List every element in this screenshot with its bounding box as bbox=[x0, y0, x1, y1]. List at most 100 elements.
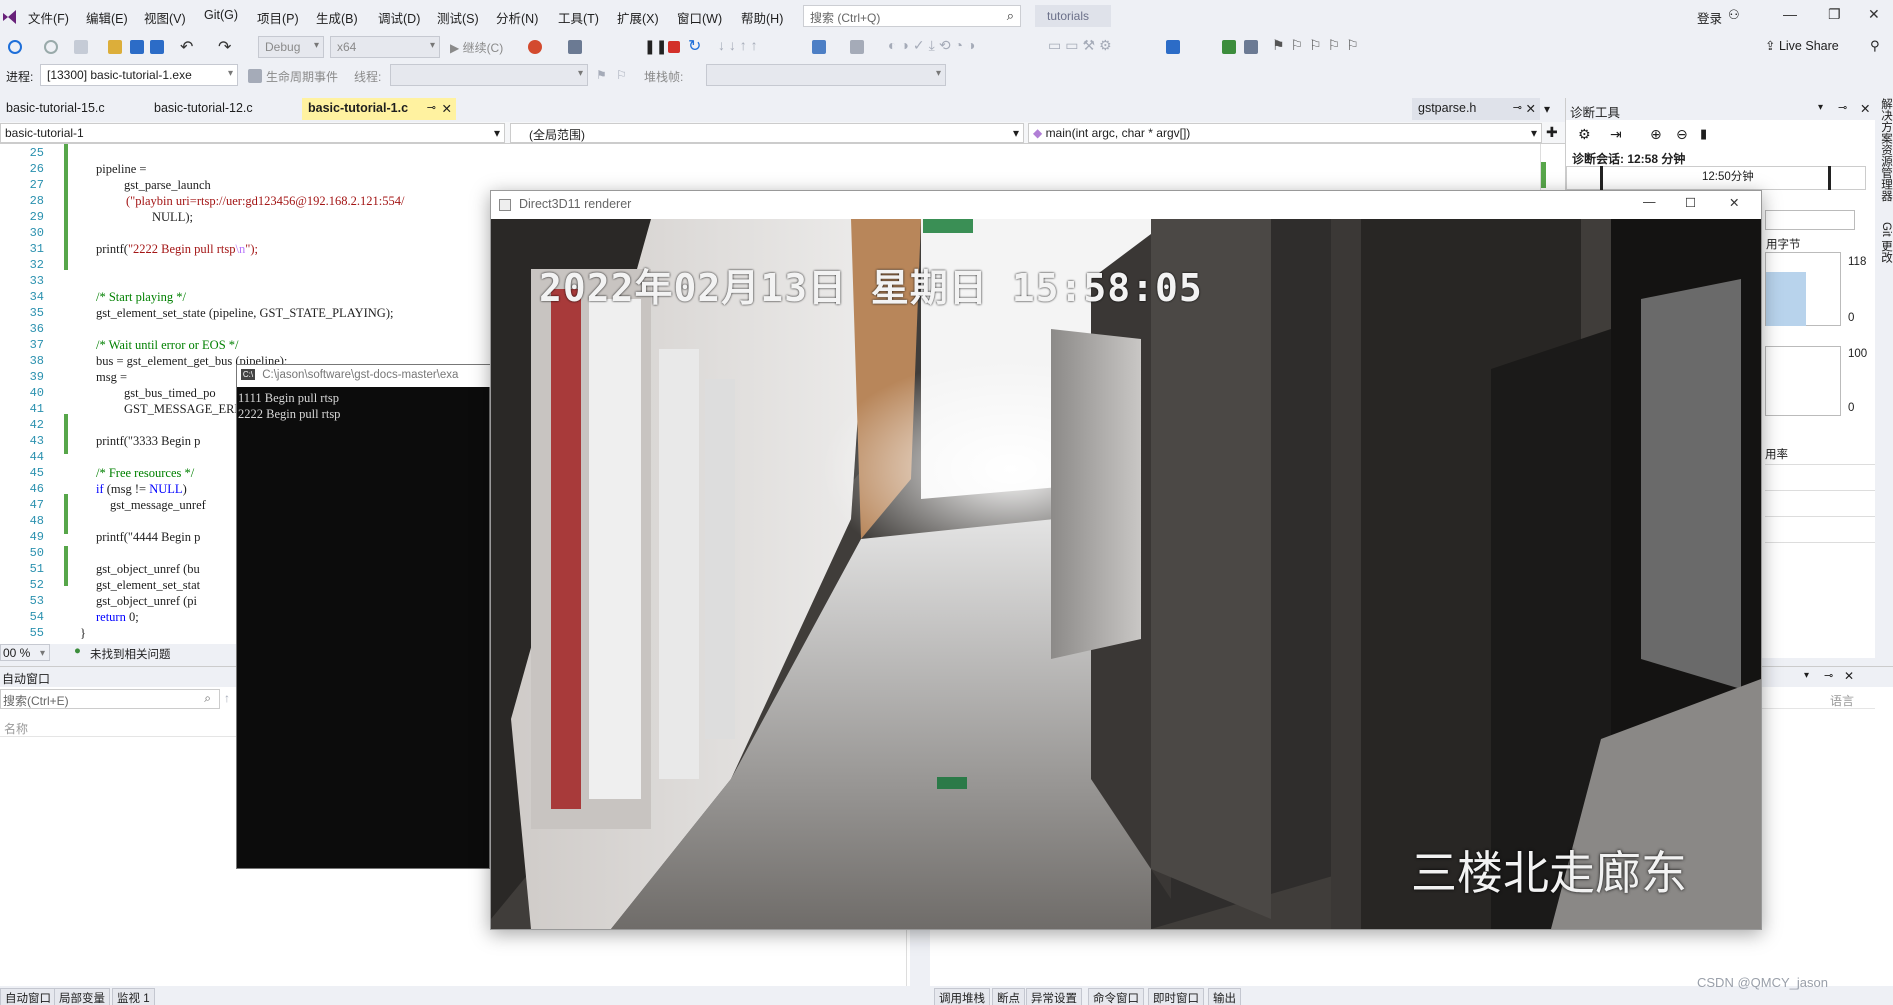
up-arrow-icon[interactable]: ↑ bbox=[224, 691, 230, 705]
maximize-icon[interactable]: ☐ bbox=[1685, 195, 1696, 210]
pin-icon[interactable]: ⊸ bbox=[1824, 669, 1833, 682]
tab-basic-tutorial-12[interactable]: basic-tutorial-12.c bbox=[148, 98, 298, 120]
export-icon[interactable]: ⇥ bbox=[1610, 126, 1622, 143]
step-into-icon[interactable]: ↓ ↓ ↑ ↑ bbox=[718, 37, 758, 53]
flag-icon[interactable]: ⚑ bbox=[596, 68, 607, 82]
menu-file[interactable]: 文件(F) bbox=[28, 8, 69, 27]
menu-test[interactable]: 测试(S) bbox=[437, 8, 479, 27]
zoom-out-icon[interactable]: ⊖ bbox=[1676, 126, 1688, 143]
cpu-graph[interactable] bbox=[1765, 346, 1841, 416]
solution-explorer-tab[interactable]: 解决方案资源管理器 bbox=[1878, 98, 1893, 202]
close-icon[interactable]: ✕ bbox=[1860, 101, 1870, 116]
zoom-select[interactable]: 00 % bbox=[0, 644, 50, 661]
thread-select[interactable] bbox=[390, 64, 588, 86]
tab-command-window[interactable]: 命令窗口 bbox=[1088, 988, 1144, 1005]
restore-icon[interactable]: ❐ bbox=[1828, 6, 1841, 23]
tab-basic-tutorial-15[interactable]: basic-tutorial-15.c bbox=[0, 98, 148, 120]
format-tools-icon[interactable]: ▭▭⚒⚙ bbox=[1048, 37, 1116, 54]
video-renderer-window[interactable]: Direct3D11 renderer — ☐ ✕ 2022年02月13日 星期… bbox=[490, 190, 1762, 930]
restart-icon[interactable]: ↻ bbox=[688, 36, 701, 56]
outdent-icon[interactable] bbox=[1244, 40, 1258, 54]
live-share-button[interactable]: ⇪ Live Share bbox=[1765, 38, 1839, 53]
menu-extensions[interactable]: 扩展(X) bbox=[617, 8, 659, 27]
minimize-icon[interactable]: — bbox=[1783, 6, 1797, 22]
split-icon[interactable]: ✚ bbox=[1546, 124, 1558, 141]
tab-locals[interactable]: 局部变量 bbox=[54, 988, 110, 1005]
save-all-icon[interactable] bbox=[150, 40, 164, 54]
menu-view[interactable]: 视图(V) bbox=[144, 8, 186, 27]
tab-call-stack[interactable]: 调用堆栈 bbox=[934, 988, 990, 1005]
chevron-down-icon[interactable]: ▾ bbox=[1818, 102, 1823, 113]
menu-git[interactable]: Git(G) bbox=[204, 8, 238, 22]
forward-icon[interactable] bbox=[44, 40, 58, 54]
undo-icon[interactable]: ↶ bbox=[180, 37, 193, 57]
indent-icon[interactable] bbox=[1222, 40, 1236, 54]
account-icon[interactable]: ⚇ bbox=[1728, 7, 1740, 23]
tab-basic-tutorial-1[interactable]: basic-tutorial-1.c ⊸ ✕ bbox=[302, 98, 456, 120]
function-select[interactable]: ◆ main(int argc, char * argv[]) ▾ bbox=[1028, 123, 1542, 143]
bookmark-icon[interactable]: ⚑⚐⚐⚐⚐ bbox=[1272, 37, 1365, 54]
scope-select[interactable]: (全局范围) ▾ bbox=[510, 123, 1024, 143]
close-icon[interactable]: ✕ bbox=[1729, 195, 1739, 210]
menu-build[interactable]: 生成(B) bbox=[316, 8, 358, 27]
continue-button[interactable]: ▶ 继续(C) bbox=[450, 39, 503, 56]
back-icon[interactable] bbox=[8, 40, 22, 54]
tab-breakpoints[interactable]: 断点 bbox=[992, 988, 1025, 1005]
zoom-in-icon[interactable]: ⊕ bbox=[1650, 126, 1662, 143]
filter-icon[interactable]: ⚐ bbox=[616, 68, 627, 82]
stackframe-select[interactable] bbox=[706, 64, 946, 86]
pin-icon[interactable]: ⊸ bbox=[1838, 101, 1847, 114]
console-title-bar[interactable]: C:\ C:\jason\software\gst-docs-master\ex… bbox=[237, 365, 491, 387]
hot-reload-icon[interactable] bbox=[528, 40, 542, 54]
close-icon[interactable]: ✕ bbox=[1868, 6, 1880, 23]
menu-help[interactable]: 帮助(H) bbox=[741, 8, 783, 27]
breakpoint-tools-icon[interactable]: ◐◑✓⤓⟲◔◑ bbox=[888, 37, 979, 54]
feedback-icon[interactable]: ⚲ bbox=[1870, 38, 1880, 54]
project-select[interactable]: basic-tutorial-1 ▾ bbox=[0, 123, 505, 143]
stop-icon[interactable] bbox=[668, 41, 680, 53]
signin-link[interactable]: 登录 bbox=[1697, 8, 1722, 27]
tab-exception-settings[interactable]: 异常设置 bbox=[1026, 988, 1082, 1005]
menu-debug[interactable]: 调试(D) bbox=[378, 8, 420, 27]
tab-gstparse[interactable]: gstparse.h ⊸ ✕ bbox=[1412, 98, 1540, 120]
open-folder-icon[interactable] bbox=[108, 40, 122, 54]
chevron-down-icon[interactable]: ▾ bbox=[1804, 670, 1809, 681]
pin-icon[interactable]: ⊸ bbox=[427, 101, 436, 114]
browse-icon[interactable] bbox=[568, 40, 582, 54]
save-icon[interactable] bbox=[130, 40, 144, 54]
close-tab-icon[interactable]: ✕ bbox=[1526, 101, 1536, 116]
tab-autos[interactable]: 自动窗口 bbox=[0, 988, 56, 1005]
config-select[interactable]: Debug bbox=[258, 36, 324, 58]
platform-select[interactable]: x64 bbox=[330, 36, 440, 58]
process-select[interactable]: [13300] basic-tutorial-1.exe bbox=[40, 64, 238, 86]
tab-output[interactable]: 输出 bbox=[1208, 988, 1241, 1005]
settings-gear-icon[interactable]: ⚙ bbox=[1578, 126, 1591, 143]
git-changes-tab[interactable]: Git 更改 bbox=[1878, 222, 1893, 263]
lifecycle-events-button[interactable]: 生命周期事件 bbox=[266, 68, 338, 85]
tab-overflow-icon[interactable]: ▾ bbox=[1544, 102, 1550, 116]
menu-edit[interactable]: 编辑(E) bbox=[86, 8, 128, 27]
autos-search-input[interactable]: 搜索(Ctrl+E) ⌕ bbox=[0, 689, 220, 709]
menu-project[interactable]: 项目(P) bbox=[257, 8, 299, 27]
minimize-icon[interactable]: — bbox=[1643, 195, 1656, 209]
menu-analyze[interactable]: 分析(N) bbox=[496, 8, 538, 27]
console-window[interactable]: C:\ C:\jason\software\gst-docs-master\ex… bbox=[236, 364, 491, 869]
close-icon[interactable]: ✕ bbox=[1844, 669, 1854, 683]
tab-watch-1[interactable]: 监视 1 bbox=[112, 988, 155, 1005]
pin-icon[interactable]: ⊸ bbox=[1513, 101, 1522, 114]
redo-icon[interactable]: ↷ bbox=[218, 37, 231, 57]
search-input[interactable]: 搜索 (Ctrl+Q) ⌕ bbox=[803, 5, 1021, 27]
new-project-icon[interactable] bbox=[74, 40, 88, 54]
csdn-watermark: CSDN @QMCY_jason bbox=[1697, 975, 1828, 990]
comment-icon[interactable] bbox=[1166, 40, 1180, 54]
chart-icon[interactable]: ▮ bbox=[1700, 126, 1707, 142]
pause-icon[interactable]: ❚❚ bbox=[644, 38, 667, 55]
menu-window[interactable]: 窗口(W) bbox=[677, 8, 722, 27]
close-tab-icon[interactable]: ✕ bbox=[442, 101, 452, 116]
menu-tools[interactable]: 工具(T) bbox=[558, 8, 599, 27]
threads-icon[interactable] bbox=[850, 40, 864, 54]
issues-label[interactable]: 未找到相关问题 bbox=[90, 646, 171, 662]
diagnostics-icon[interactable] bbox=[812, 40, 826, 54]
tab-immediate-window[interactable]: 即时窗口 bbox=[1148, 988, 1204, 1005]
renderer-title-bar[interactable]: Direct3D11 renderer — ☐ ✕ bbox=[491, 191, 1761, 219]
